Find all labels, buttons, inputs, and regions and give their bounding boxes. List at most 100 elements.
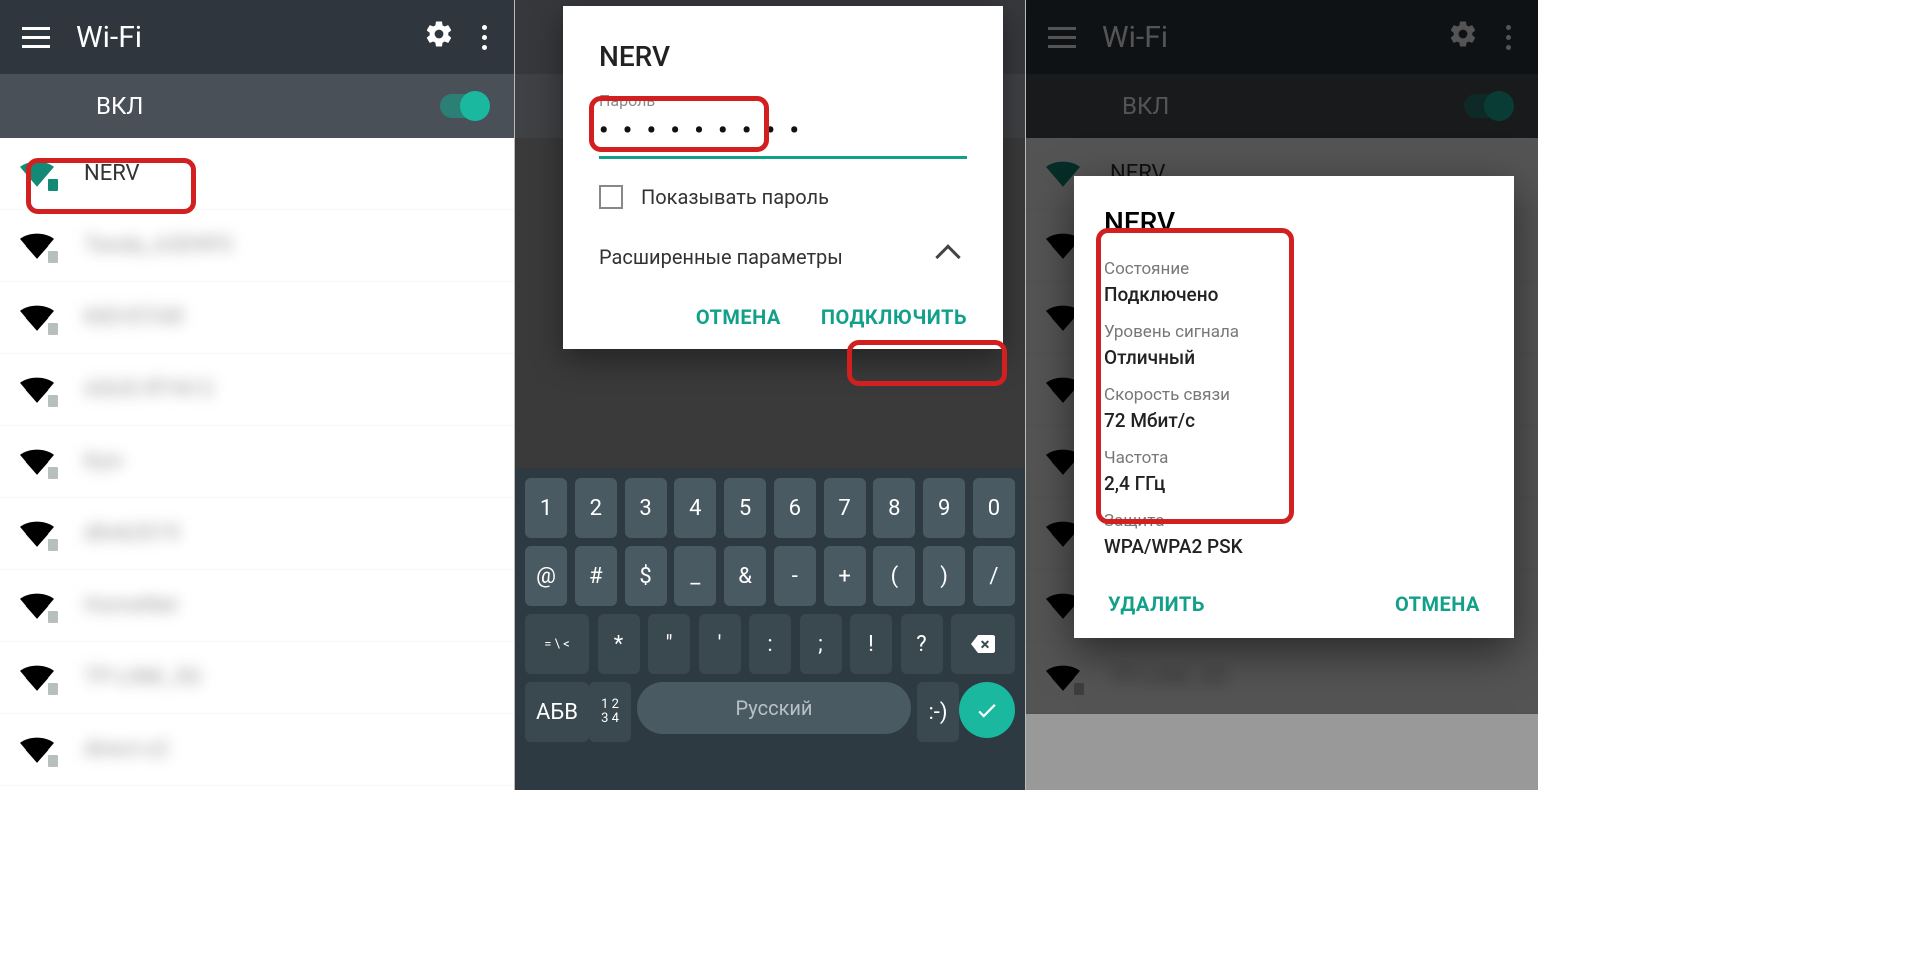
dialog-title: NERV <box>1104 206 1484 239</box>
keyboard-key[interactable]: _ <box>674 546 716 606</box>
screen-wifi-password: NERV Пароль • • • • • • • • • Показывать… <box>515 0 1025 790</box>
wifi-network-row[interactable]: KIEVSTAR <box>0 282 514 354</box>
advanced-label: Расширенные параметры <box>599 245 843 269</box>
keyboard-key[interactable]: 3 <box>625 478 667 538</box>
keyboard-numeric-key[interactable]: 1 2 3 4 <box>589 682 631 742</box>
keyboard-mode-key[interactable]: АБВ <box>525 682 589 742</box>
wifi-network-name: NERV <box>84 161 140 186</box>
keyboard-key[interactable]: ' <box>699 614 741 674</box>
wifi-network-row[interactable]: Tenda_A3D9F0 <box>0 210 514 282</box>
keyboard-key[interactable]: @ <box>525 546 567 606</box>
connect-dialog: NERV Пароль • • • • • • • • • Показывать… <box>563 6 1003 349</box>
keyboard-key[interactable]: 1 <box>525 478 567 538</box>
keyboard-key[interactable]: 6 <box>774 478 816 538</box>
detail-key: Скорость связи <box>1104 385 1484 405</box>
wifi-network-name: Kyiv <box>84 449 124 474</box>
keyboard-key[interactable]: + <box>824 546 866 606</box>
keyboard-key[interactable]: * <box>598 614 640 674</box>
detail-row: Скорость связи 72 Мбит/с <box>1104 385 1484 432</box>
wifi-network-row[interactable]: TP-LINK_5G <box>0 642 514 714</box>
keyboard-key[interactable]: 0 <box>973 478 1015 538</box>
keyboard-key[interactable]: 8 <box>873 478 915 538</box>
wifi-toggle-label: ВКЛ <box>96 92 143 120</box>
wifi-signal-icon <box>20 593 54 619</box>
app-header: Wi-Fi <box>0 0 514 74</box>
forget-button[interactable]: УДАЛИТЬ <box>1108 592 1205 616</box>
detail-key: Защита <box>1104 511 1484 531</box>
wifi-network-name: Tenda_A3D9F0 <box>84 233 232 258</box>
keyboard-key[interactable]: 2 <box>575 478 617 538</box>
overflow-icon[interactable] <box>460 19 496 55</box>
cancel-button[interactable]: ОТМЕНА <box>696 305 781 329</box>
menu-icon[interactable] <box>18 19 54 55</box>
wifi-signal-icon <box>20 449 54 475</box>
screen-wifi-list: Wi-Fi ВКЛ NERV Tenda_A3D9F0 KIEVSTAR ASUS R… <box>0 0 514 790</box>
detail-key: Частота <box>1104 448 1484 468</box>
wifi-network-name: TP-LINK_5G <box>84 665 202 690</box>
keyboard-key[interactable]: & <box>724 546 766 606</box>
detail-row: Частота 2,4 ГГц <box>1104 448 1484 495</box>
wifi-network-row[interactable]: HomeNet <box>0 570 514 642</box>
connect-button[interactable]: ПОДКЛЮЧИТЬ <box>821 305 967 329</box>
keyboard-key[interactable]: ! <box>850 614 892 674</box>
wifi-network-row[interactable]: dlink2019 <box>0 498 514 570</box>
page-title: Wi-Fi <box>76 20 424 55</box>
keyboard-key[interactable]: : <box>749 614 791 674</box>
password-input[interactable]: • • • • • • • • • <box>599 110 967 159</box>
keyboard-key[interactable]: - <box>774 546 816 606</box>
detail-row: Состояние Подключено <box>1104 259 1484 306</box>
wifi-signal-icon <box>20 737 54 763</box>
checkbox-icon[interactable] <box>599 185 623 209</box>
keyboard-shift-key[interactable]: = \ < <box>525 614 589 674</box>
keyboard-key[interactable]: 9 <box>923 478 965 538</box>
wifi-network-row[interactable]: ASUS RT-N12 <box>0 354 514 426</box>
backspace-key[interactable] <box>951 614 1015 674</box>
show-password-label: Показывать пароль <box>641 185 829 209</box>
screen-wifi-details: Wi-Fi ВКЛ NERVTenda_A3D9F0KIEVSTARASUS R… <box>1026 0 1538 790</box>
cancel-button[interactable]: ОТМЕНА <box>1395 592 1480 616</box>
wifi-network-name: KIEVSTAR <box>84 305 184 330</box>
network-details-dialog: NERV Состояние Подключено Уровень сигнала О… <box>1074 176 1514 638</box>
keyboard-key[interactable]: ? <box>901 614 943 674</box>
wifi-network-name: ASUS RT-N12 <box>84 377 214 402</box>
wifi-network-name: dlink2019 <box>84 521 180 546</box>
detail-value: 72 Мбит/с <box>1104 409 1484 432</box>
wifi-toggle-row[interactable]: ВКЛ <box>0 74 514 138</box>
wifi-signal-icon <box>20 521 54 547</box>
keyboard-enter-key[interactable] <box>959 682 1015 738</box>
wifi-signal-icon <box>20 233 54 259</box>
settings-icon[interactable] <box>424 19 460 55</box>
keyboard-key[interactable]: # <box>575 546 617 606</box>
keyboard-key[interactable]: 4 <box>674 478 716 538</box>
keyboard-key[interactable]: ; <box>800 614 842 674</box>
soft-keyboard[interactable]: 1234567890 @#$_&-+()/ = \ <*"':;!? АБВ1 … <box>515 468 1025 790</box>
keyboard-key[interactable]: ( <box>873 546 915 606</box>
keyboard-key[interactable]: / <box>973 546 1015 606</box>
emoji-key[interactable]: :-) <box>917 682 959 742</box>
keyboard-key[interactable]: $ <box>625 546 667 606</box>
wifi-network-name: HomeNet <box>84 593 178 618</box>
wifi-network-row[interactable]: direct-x2 <box>0 714 514 786</box>
keyboard-key[interactable]: 7 <box>824 478 866 538</box>
detail-key: Уровень сигнала <box>1104 322 1484 342</box>
keyboard-key[interactable]: " <box>648 614 690 674</box>
wifi-signal-icon <box>20 305 54 331</box>
spacebar-key[interactable]: Русский <box>637 682 911 734</box>
wifi-network-row[interactable]: Kyiv <box>0 426 514 498</box>
detail-key: Состояние <box>1104 259 1484 279</box>
detail-value: Отличный <box>1104 346 1484 369</box>
dialog-title: NERV <box>599 40 967 73</box>
advanced-options-row[interactable]: Расширенные параметры <box>599 239 967 297</box>
chevron-up-icon <box>935 244 960 269</box>
detail-value: 2,4 ГГц <box>1104 472 1484 495</box>
show-password-row[interactable]: Показывать пароль <box>599 185 967 209</box>
wifi-toggle-switch[interactable] <box>440 94 488 118</box>
keyboard-key[interactable]: 5 <box>724 478 766 538</box>
wifi-signal-icon <box>20 161 54 187</box>
wifi-network-row[interactable]: NERV <box>0 138 514 210</box>
detail-value: WPA/WPA2 PSK <box>1104 535 1484 558</box>
wifi-signal-icon <box>20 377 54 403</box>
wifi-signal-icon <box>20 665 54 691</box>
keyboard-key[interactable]: ) <box>923 546 965 606</box>
detail-value: Подключено <box>1104 283 1484 306</box>
